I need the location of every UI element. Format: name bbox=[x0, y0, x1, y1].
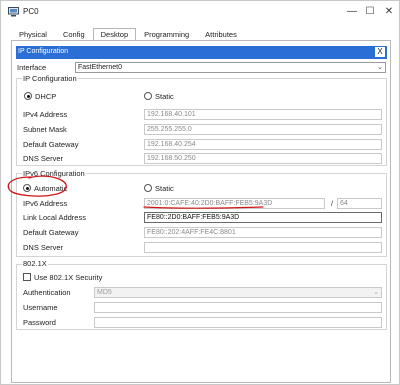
prefix-length-field[interactable]: 64 bbox=[337, 198, 382, 209]
maximize-icon[interactable]: ☐ bbox=[363, 5, 377, 19]
ip-config-close-button[interactable]: X bbox=[375, 47, 385, 57]
default-gateway-label: Default Gateway bbox=[23, 140, 79, 149]
dhcp-label: DHCP bbox=[35, 92, 57, 101]
dns-server6-label: DNS Server bbox=[23, 243, 64, 252]
dns-server6-field[interactable] bbox=[144, 242, 382, 253]
ipv4-section-title: IP Configuration bbox=[22, 74, 78, 83]
interface-select-value: FastEthernet0 bbox=[78, 64, 122, 71]
default-gateway6-label: Default Gateway bbox=[23, 228, 79, 237]
interface-select[interactable]: FastEthernet0 ⌄ bbox=[75, 62, 386, 73]
static6-radio[interactable] bbox=[144, 184, 152, 192]
chevron-down-icon: ⌄ bbox=[373, 289, 379, 296]
dhcp-radio[interactable] bbox=[24, 92, 32, 100]
default-gateway-field[interactable]: 192.168.40.254 bbox=[144, 139, 382, 150]
pc-window: PC0 — ☐ ✕ Physical Config Desktop Progra… bbox=[0, 0, 400, 385]
close-icon[interactable]: ✕ bbox=[382, 5, 396, 19]
subnet-mask-label: Subnet Mask bbox=[23, 125, 67, 134]
automatic-radio[interactable] bbox=[23, 184, 31, 192]
interface-label: Interface bbox=[17, 63, 47, 72]
ip-config-title: IP Configuration bbox=[18, 48, 69, 55]
username-field[interactable] bbox=[94, 302, 382, 313]
pc-app-icon bbox=[8, 7, 19, 17]
password-field[interactable] bbox=[94, 317, 382, 328]
window-title: PC0 bbox=[23, 7, 39, 16]
dns-server-label: DNS Server bbox=[23, 154, 64, 163]
automatic-label: Automatic bbox=[34, 184, 68, 193]
ipv6-address-field[interactable]: 2001:0:CAFE:40:2D0:BAFF:FEB5:9A3D bbox=[144, 198, 325, 209]
minimize-icon[interactable]: — bbox=[345, 5, 359, 19]
use-8021x-checkbox[interactable] bbox=[23, 273, 31, 281]
ipv4-address-label: IPv4 Address bbox=[23, 110, 68, 119]
username-label: Username bbox=[23, 303, 58, 312]
authentication-value: MD5 bbox=[97, 289, 112, 296]
static6-label: Static bbox=[155, 184, 174, 193]
prefix-slash: / bbox=[331, 199, 334, 208]
ip-config-header: IP Configuration X bbox=[16, 46, 387, 59]
chevron-down-icon: ⌄ bbox=[377, 64, 383, 71]
dot1x-section-title: 802.1X bbox=[22, 259, 48, 268]
authentication-select[interactable]: MD5 ⌄ bbox=[94, 287, 382, 298]
dns-server-field[interactable]: 192.168.50.250 bbox=[144, 153, 382, 164]
authentication-label: Authentication bbox=[23, 288, 71, 297]
subnet-mask-field[interactable]: 255.255.255.0 bbox=[144, 124, 382, 135]
link-local-label: Link Local Address bbox=[23, 213, 86, 222]
default-gateway6-field[interactable]: FE80::202:4AFF:FE4C:8801 bbox=[144, 227, 382, 238]
link-local-field[interactable]: FE80::2D0:BAFF:FEB5:9A3D bbox=[144, 212, 382, 223]
password-label: Password bbox=[23, 318, 56, 327]
static-radio[interactable] bbox=[144, 92, 152, 100]
static-label: Static bbox=[155, 92, 174, 101]
ipv6-address-label: IPv6 Address bbox=[23, 199, 68, 208]
use-8021x-label: Use 802.1X Security bbox=[34, 273, 103, 282]
title-bar: PC0 — ☐ ✕ bbox=[1, 1, 399, 23]
ipv4-address-field[interactable]: 192.168.40.101 bbox=[144, 109, 382, 120]
ipv6-section-title: IPv6 Configuration bbox=[22, 169, 86, 178]
